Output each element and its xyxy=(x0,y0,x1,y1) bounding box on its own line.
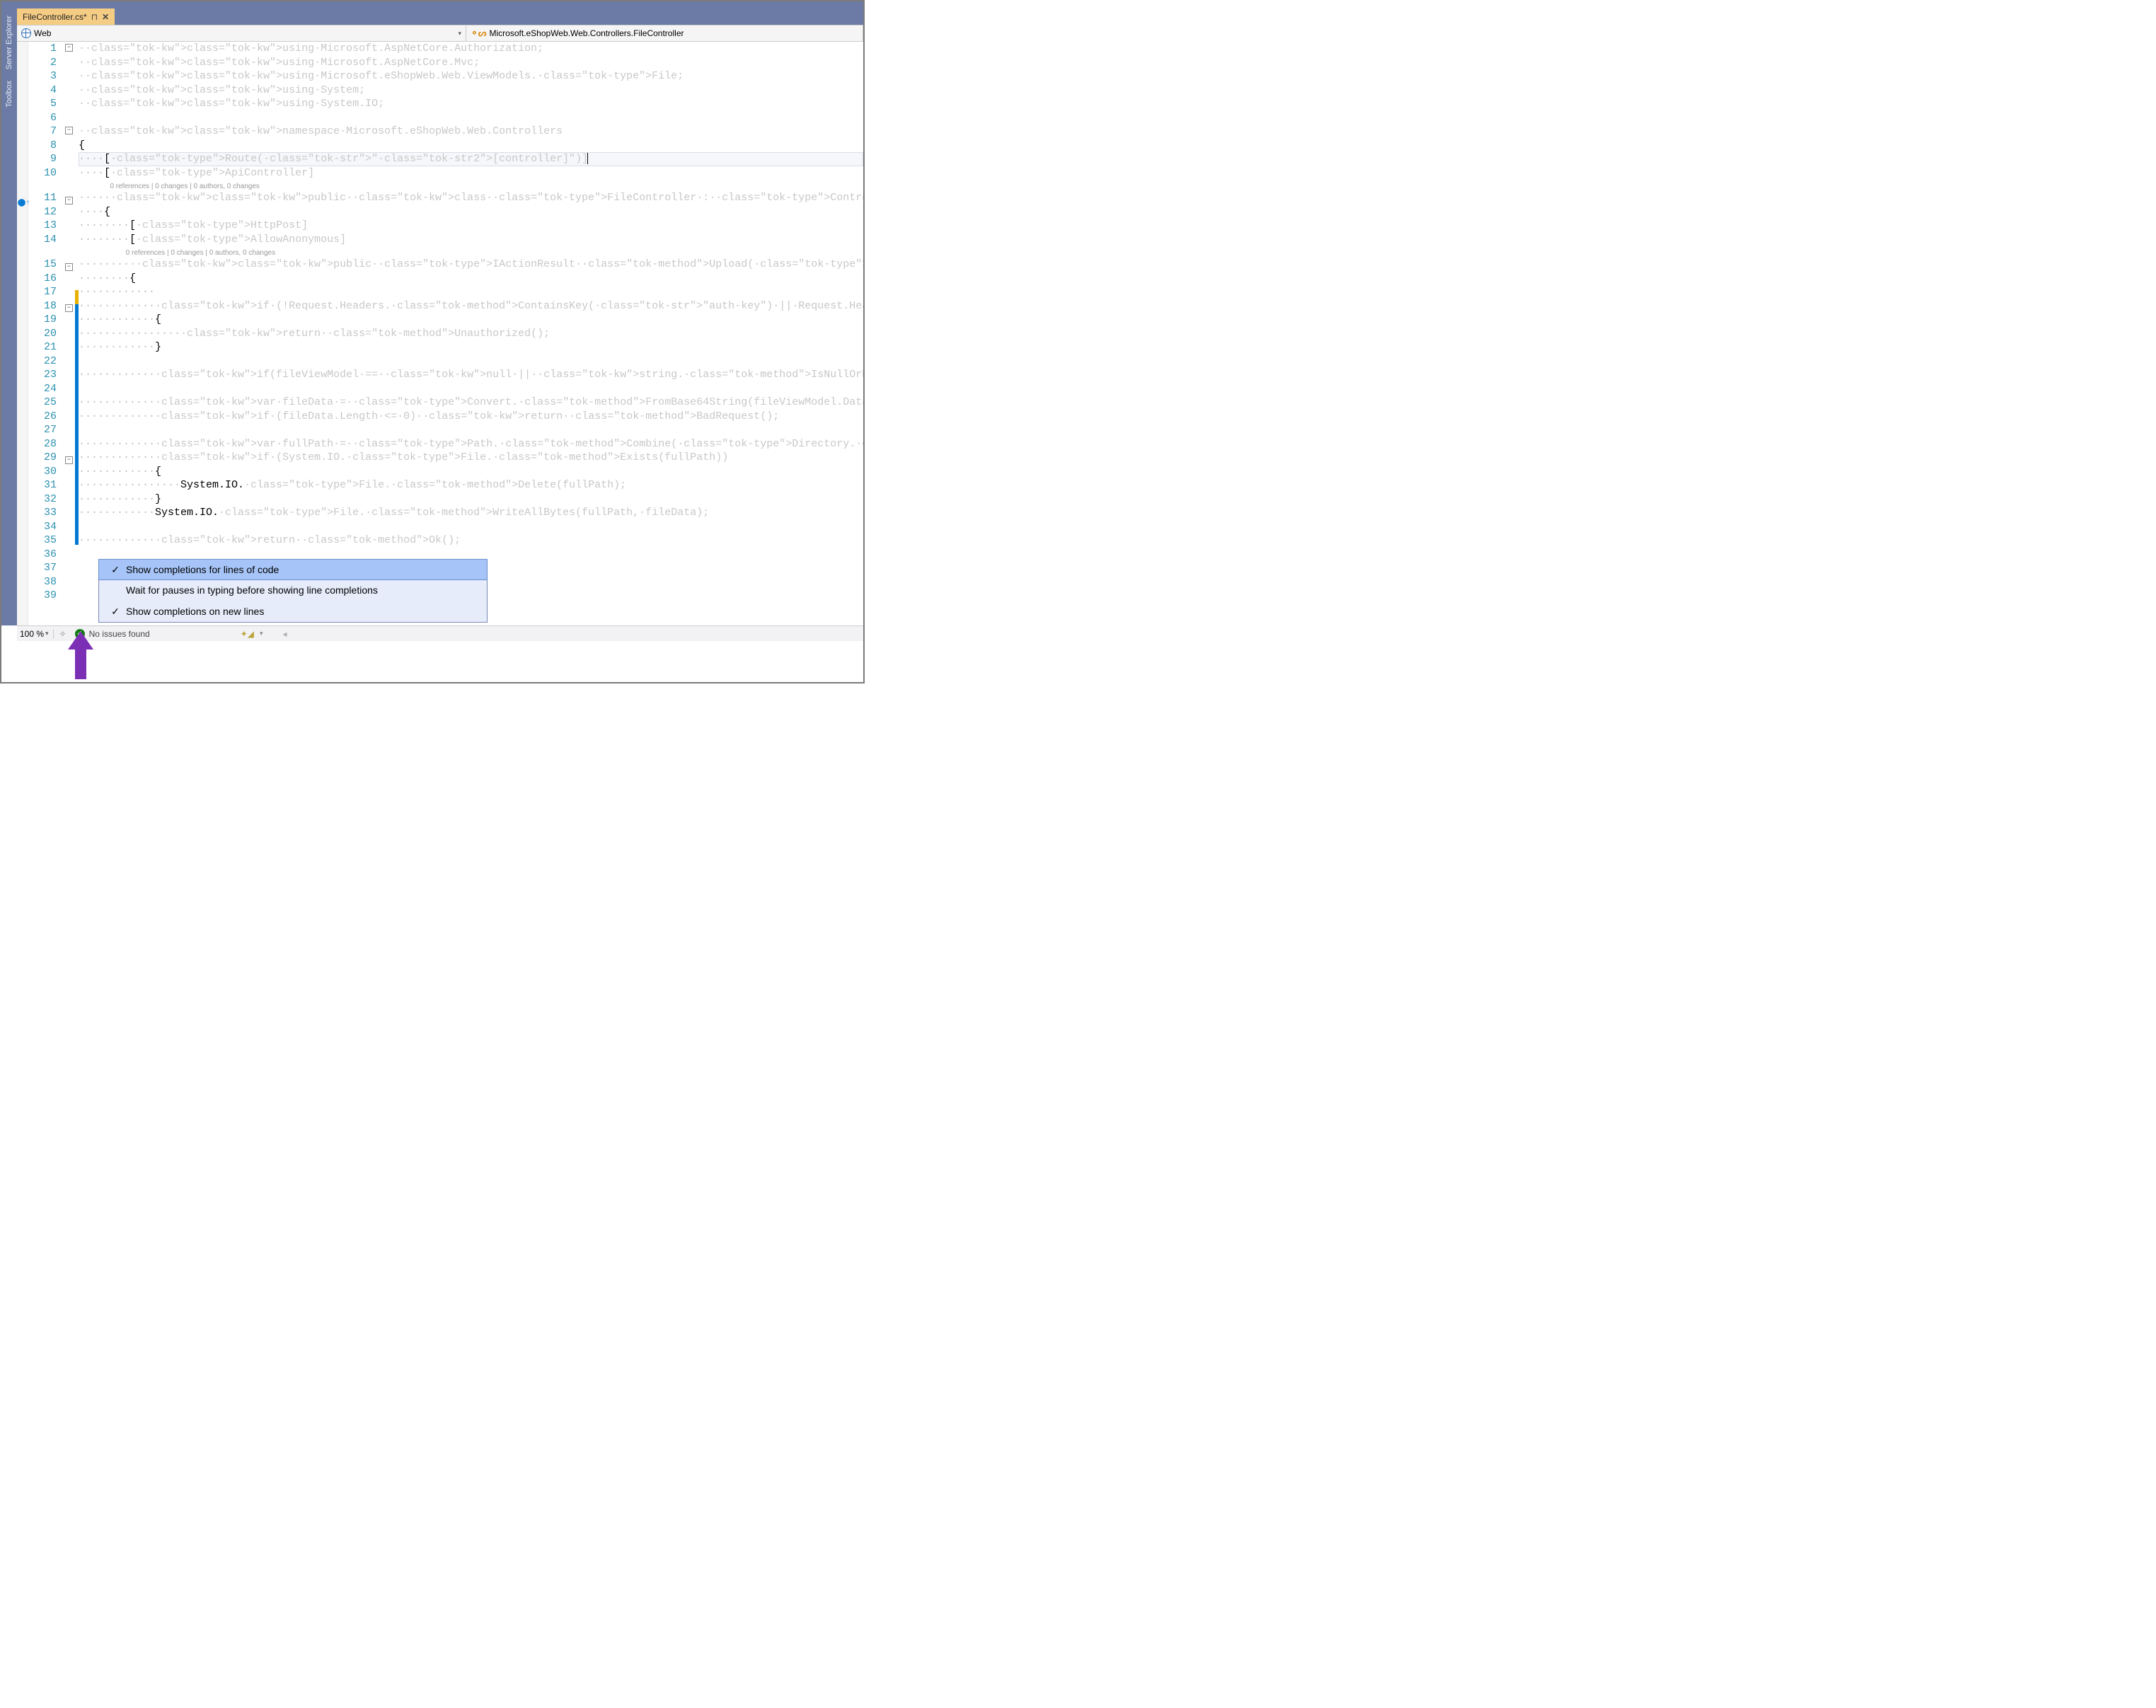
codelens-info[interactable]: 0 references | 0 changes | 0 authors, 0 … xyxy=(79,246,863,258)
nav-scope-label: Web xyxy=(34,28,51,38)
code-line[interactable]: { xyxy=(79,139,863,153)
code-line[interactable]: ·············class="tok-kw">if(fileViewM… xyxy=(79,368,863,382)
pin-icon[interactable]: ⊓ xyxy=(91,12,98,22)
code-line[interactable]: ······class="tok-kw">class="tok-kw">publ… xyxy=(79,191,863,205)
code-line[interactable]: ········[·class="tok-type">AllowAnonymou… xyxy=(79,233,863,247)
codelens-info[interactable]: 0 references | 0 changes | 0 authors, 0 … xyxy=(79,180,863,191)
window: Server Explorer Toolbox FileController.c… xyxy=(0,0,865,683)
code-line[interactable] xyxy=(79,111,863,125)
code-line[interactable]: ············{ xyxy=(79,313,863,327)
check-icon: ✓ xyxy=(105,564,126,576)
editor-status-bar: 100 % ▾ ✧ ✓ No issues found ✦◢ ▾ ◂ xyxy=(17,625,863,641)
zoom-level-dropdown[interactable]: 100 % ▾ xyxy=(20,629,54,639)
code-line[interactable] xyxy=(79,520,863,534)
code-line[interactable]: ··class="tok-kw">class="tok-kw">using·Mi… xyxy=(79,69,863,83)
code-line[interactable]: ····[·class="tok-type">ApiController] xyxy=(79,166,863,180)
document-tab-well: FileController.cs* ⊓ ✕ xyxy=(17,7,863,25)
code-line[interactable]: ············System.IO.·class="tok-type">… xyxy=(79,506,863,520)
popup-item-label: Show completions for lines of code xyxy=(126,564,279,575)
nav-type-label: Microsoft.eShopWeb.Web.Controllers.FileC… xyxy=(489,28,684,38)
document-tab-filename: FileController.cs* xyxy=(23,12,87,22)
code-line[interactable]: ·············class="tok-kw">if·(!Request… xyxy=(79,299,863,313)
class-icon: ⚬ᔕ xyxy=(471,28,486,39)
code-line[interactable]: ················System.IO.·class="tok-ty… xyxy=(79,478,863,492)
intellicode-icon[interactable]: ✧ xyxy=(59,629,67,639)
code-text[interactable]: ··class="tok-kw">class="tok-kw">using·Mi… xyxy=(79,42,863,625)
code-line[interactable]: ··class="tok-kw">class="tok-kw">using·Sy… xyxy=(79,97,863,111)
line-number-gutter: 1234567891011121314151617181920212223242… xyxy=(28,42,65,625)
close-icon[interactable]: ✕ xyxy=(102,12,109,22)
titlebar xyxy=(1,1,863,7)
chevron-down-icon: ▾ xyxy=(260,630,263,637)
toolbox-tab[interactable]: Toolbox xyxy=(4,75,15,113)
editor-pane: FileController.cs* ⊓ ✕ Web ▾ ⚬ᔕ Microsof… xyxy=(17,7,863,625)
code-line[interactable]: ··class="tok-kw">class="tok-kw">using·Mi… xyxy=(79,56,863,70)
ok-badge-icon: ✓ xyxy=(75,629,85,639)
reference-glyph-icon[interactable]: ⬤↑ xyxy=(18,197,30,211)
fold-toggle[interactable]: − xyxy=(65,44,73,52)
fold-toggle[interactable]: − xyxy=(65,304,73,312)
popup-item-new-lines[interactable]: ✓ Show completions on new lines xyxy=(99,601,487,622)
intellicode-options-popup: ✓ Show completions for lines of code Wai… xyxy=(98,559,488,623)
code-line[interactable] xyxy=(79,423,863,437)
fold-toggle[interactable]: − xyxy=(65,263,73,271)
fold-toggle[interactable]: − xyxy=(65,197,73,204)
code-line[interactable]: ··········class="tok-kw">class="tok-kw">… xyxy=(79,258,863,272)
code-line[interactable]: ·················class="tok-kw">return··… xyxy=(79,327,863,341)
error-list-summary[interactable]: ✓ No issues found xyxy=(75,629,150,639)
code-line[interactable]: ····[·class="tok-type">Route(·class="tok… xyxy=(79,152,863,166)
code-line[interactable]: ·············class="tok-kw">if·(System.I… xyxy=(79,451,863,465)
popup-item-wait-pauses[interactable]: Wait for pauses in typing before showing… xyxy=(99,579,487,601)
check-icon: ✓ xyxy=(105,606,126,618)
outlining-margin: − − − − − − xyxy=(65,42,75,625)
main-row: Server Explorer Toolbox FileController.c… xyxy=(1,7,863,625)
code-line[interactable]: ············} xyxy=(79,492,863,507)
code-line[interactable]: ············ xyxy=(79,285,863,299)
zoom-label: 100 % xyxy=(20,629,44,639)
indicator-margin: ⬤↑ xyxy=(17,42,28,625)
code-line[interactable]: ············} xyxy=(79,340,863,354)
popup-item-label: Show completions on new lines xyxy=(126,606,264,617)
code-line[interactable]: ········[·class="tok-type">HttpPost] xyxy=(79,219,863,233)
popup-item-show-completions[interactable]: ✓ Show completions for lines of code xyxy=(98,559,488,580)
health-indicator-icon[interactable]: ✦◢ xyxy=(241,629,254,639)
code-line[interactable]: ·············class="tok-kw">var·fullPath… xyxy=(79,437,863,451)
fold-toggle[interactable]: − xyxy=(65,456,73,464)
chevron-down-icon: ▾ xyxy=(45,630,49,637)
server-explorer-tab[interactable]: Server Explorer xyxy=(4,10,15,75)
chevron-down-icon: ▾ xyxy=(458,30,461,37)
issues-label: No issues found xyxy=(89,629,150,639)
code-line[interactable]: ·············class="tok-kw">return··clas… xyxy=(79,533,863,548)
nav-scope-dropdown[interactable]: Web ▾ xyxy=(17,25,466,41)
code-line[interactable]: ··class="tok-kw">class="tok-kw">using·Sy… xyxy=(79,83,863,98)
navigation-bar: Web ▾ ⚬ᔕ Microsoft.eShopWeb.Web.Controll… xyxy=(17,25,863,42)
active-document-tab[interactable]: FileController.cs* ⊓ ✕ xyxy=(17,8,115,25)
nav-type-dropdown[interactable]: ⚬ᔕ Microsoft.eShopWeb.Web.Controllers.Fi… xyxy=(466,25,863,41)
code-line[interactable]: ········{ xyxy=(79,272,863,286)
code-line[interactable]: ····{ xyxy=(79,205,863,219)
popup-item-label: Wait for pauses in typing before showing… xyxy=(126,584,378,596)
globe-icon xyxy=(21,28,31,38)
code-editor[interactable]: ⬤↑ 1234567891011121314151617181920212223… xyxy=(17,42,863,625)
code-line[interactable]: ············{ xyxy=(79,465,863,479)
fold-toggle[interactable]: − xyxy=(65,127,73,134)
code-line[interactable] xyxy=(79,354,863,369)
code-line[interactable]: ·············class="tok-kw">var·fileData… xyxy=(79,396,863,410)
scroll-left-icon[interactable]: ◂ xyxy=(283,629,287,639)
code-line[interactable] xyxy=(79,382,863,396)
code-line[interactable]: ··class="tok-kw">class="tok-kw">using·Mi… xyxy=(79,42,863,56)
side-tool-tabs: Server Explorer Toolbox xyxy=(1,7,17,625)
code-line[interactable]: ·············class="tok-kw">if·(fileData… xyxy=(79,410,863,424)
code-line[interactable]: ··class="tok-kw">class="tok-kw">namespac… xyxy=(79,125,863,139)
